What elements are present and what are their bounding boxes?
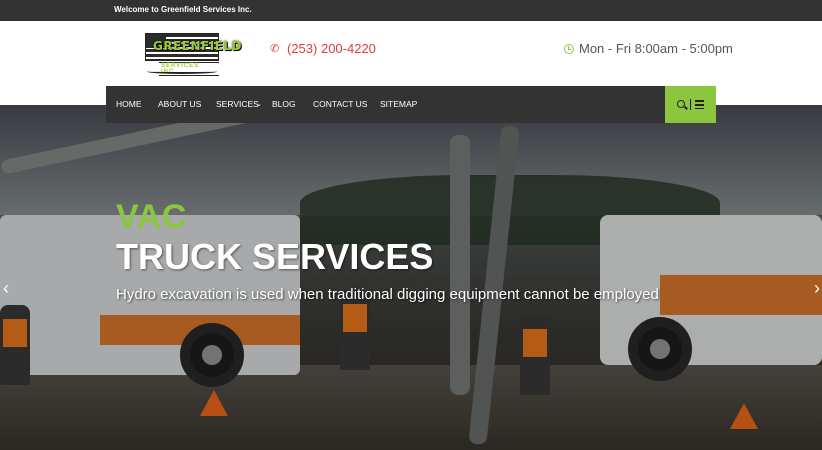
logo-swoosh <box>147 69 217 74</box>
hero-headline-main: TRUCK SERVICES <box>116 236 434 277</box>
nav-item-contact-us[interactable]: CONTACT US <box>313 86 367 123</box>
search-icon[interactable] <box>677 100 685 108</box>
welcome-text: Welcome to Greenfield Services Inc. <box>114 5 252 14</box>
phone-number[interactable]: (253) 200-4220 <box>287 41 376 56</box>
business-hours: Mon - Fri 8:00am - 5:00pm <box>564 41 733 56</box>
nav-item-about-us[interactable]: ABOUT US <box>158 86 201 123</box>
hero-subtitle: Hydro excavation is used when traditiona… <box>116 286 659 303</box>
top-bar: Welcome to Greenfield Services Inc. <box>0 0 822 21</box>
logo-brand-text: GREENFIELD <box>153 39 242 53</box>
nav-item-blog[interactable]: BLOG <box>272 86 296 123</box>
main-nav: HOME ABOUT US SERVICES ⌄ BLOG CONTACT US… <box>106 86 716 123</box>
arrow-left-icon[interactable]: ‹ <box>0 278 12 298</box>
phone-icon: ✆ <box>270 42 280 55</box>
nav-item-services[interactable]: SERVICES <box>216 86 259 123</box>
search-menu-box[interactable] <box>665 86 716 123</box>
hero-headline-accent: VAC <box>116 198 187 236</box>
menu-icon[interactable] <box>695 100 704 110</box>
hours-text: Mon - Fri 8:00am - 5:00pm <box>579 41 733 56</box>
nav-item-sitemap[interactable]: SITEMAP <box>380 86 417 123</box>
phone-contact[interactable]: ✆ (253) 200-4220 <box>270 41 376 56</box>
site-logo[interactable]: GREENFIELD SERVICES INC. <box>145 33 242 76</box>
chevron-down-icon[interactable]: ⌄ <box>256 86 262 123</box>
clock-icon <box>564 43 574 54</box>
arrow-right-icon[interactable]: › <box>811 278 822 298</box>
nav-item-home[interactable]: HOME <box>116 86 142 123</box>
